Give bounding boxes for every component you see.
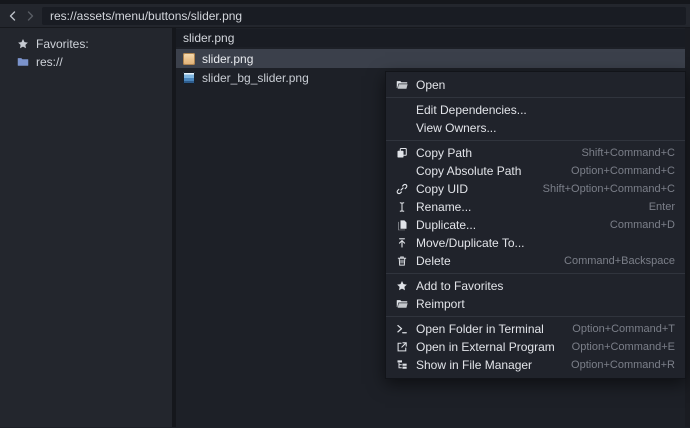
link-icon xyxy=(395,183,408,196)
sidebar-item-favorites[interactable]: Favorites: xyxy=(0,35,172,53)
filesystem-dock: res://assets/menu/buttons/slider.png Fav… xyxy=(0,0,690,428)
star-icon xyxy=(395,280,408,293)
menu-item-shortcut: Option+Command+E xyxy=(572,341,675,353)
file-row-slider-png[interactable]: slider.png xyxy=(176,49,685,68)
file-filter-text: slider.png xyxy=(183,31,234,45)
menu-item-label: Duplicate... xyxy=(416,218,476,232)
menu-item-shortcut: Command+D xyxy=(610,219,675,231)
menu-item-label: Reimport xyxy=(416,297,465,311)
menu-separator xyxy=(386,273,685,274)
current-path-field[interactable]: res://assets/menu/buttons/slider.png xyxy=(42,7,686,25)
duplicate-icon xyxy=(395,219,408,232)
folder-icon xyxy=(16,56,29,69)
menu-item-copy-path[interactable]: Copy Path Shift+Command+C xyxy=(386,144,685,162)
menu-item-shortcut: Enter xyxy=(649,201,675,213)
menu-item-delete[interactable]: Delete Command+Backspace xyxy=(386,252,685,270)
tree-icon xyxy=(395,359,408,372)
menu-item-label: Open in External Program xyxy=(416,340,555,354)
menu-item-view-owners[interactable]: View Owners... xyxy=(386,119,685,137)
menu-item-label: Copy Path xyxy=(416,146,472,160)
copy-icon xyxy=(395,147,408,160)
no-icon xyxy=(395,104,408,117)
menu-item-shortcut: Option+Command+C xyxy=(571,165,675,177)
menu-item-label: Add to Favorites xyxy=(416,279,503,293)
context-menu: Open Edit Dependencies... View Owners... Co… xyxy=(385,71,686,379)
menu-item-reimport[interactable]: Reimport xyxy=(386,295,685,313)
folder-tree-panel: Favorites: res:// xyxy=(0,28,172,427)
menu-item-label: Open Folder in Terminal xyxy=(416,322,544,336)
terminal-icon xyxy=(395,323,408,336)
nav-back-button[interactable] xyxy=(4,7,21,25)
menu-item-shortcut: Shift+Command+C xyxy=(581,147,675,159)
menu-separator xyxy=(386,316,685,317)
menu-item-shortcut: Command+Backspace xyxy=(564,255,675,267)
file-name-label: slider.png xyxy=(202,52,253,66)
current-path-text: res://assets/menu/buttons/slider.png xyxy=(50,9,242,23)
menu-item-shortcut: Shift+Option+Command+C xyxy=(543,183,675,195)
image-thumb-blue xyxy=(183,72,195,84)
external-icon xyxy=(395,341,408,354)
no-icon xyxy=(395,122,408,135)
menu-item-open-folder-in-terminal[interactable]: Open Folder in Terminal Option+Command+T xyxy=(386,320,685,338)
chevron-right-icon xyxy=(25,11,35,21)
image-thumb-tan xyxy=(183,53,195,65)
menu-item-label: Show in File Manager xyxy=(416,358,532,372)
sidebar-item-res[interactable]: res:// xyxy=(0,53,172,71)
move-up-icon xyxy=(395,237,408,250)
menu-item-duplicate[interactable]: Duplicate... Command+D xyxy=(386,216,685,234)
menu-item-move-duplicate-to[interactable]: Move/Duplicate To... xyxy=(386,234,685,252)
no-icon xyxy=(395,165,408,178)
menu-item-label: Copy Absolute Path xyxy=(416,164,521,178)
menu-item-add-to-favorites[interactable]: Add to Favorites xyxy=(386,277,685,295)
chevron-left-icon xyxy=(8,11,18,21)
file-filter-input[interactable]: slider.png xyxy=(176,29,685,47)
menu-item-label: Open xyxy=(416,78,445,92)
file-name-label: slider_bg_slider.png xyxy=(202,71,309,85)
menu-item-label: Copy UID xyxy=(416,182,468,196)
menu-item-shortcut: Option+Command+T xyxy=(572,323,675,335)
menu-item-label: Rename... xyxy=(416,200,471,214)
menu-item-copy-uid[interactable]: Copy UID Shift+Option+Command+C xyxy=(386,180,685,198)
sidebar-item-label: Favorites: xyxy=(36,37,89,51)
star-icon xyxy=(16,38,29,51)
menu-item-open-in-external-program[interactable]: Open in External Program Option+Command+E xyxy=(386,338,685,356)
menu-separator xyxy=(386,140,685,141)
menu-item-shortcut: Option+Command+R xyxy=(571,359,675,371)
menu-separator xyxy=(386,97,685,98)
ibeam-icon xyxy=(395,201,408,214)
menu-item-label: View Owners... xyxy=(416,121,496,135)
menu-item-label: Edit Dependencies... xyxy=(416,103,527,117)
folder-open-icon xyxy=(395,79,408,92)
sidebar-item-label: res:// xyxy=(36,55,63,69)
menu-item-rename[interactable]: Rename... Enter xyxy=(386,198,685,216)
path-toolbar: res://assets/menu/buttons/slider.png xyxy=(0,4,690,28)
menu-item-label: Move/Duplicate To... xyxy=(416,236,525,250)
folder-open-icon xyxy=(395,298,408,311)
menu-item-open[interactable]: Open xyxy=(386,76,685,94)
nav-forward-button[interactable] xyxy=(21,7,38,25)
trash-icon xyxy=(395,255,408,268)
menu-item-show-in-file-manager[interactable]: Show in File Manager Option+Command+R xyxy=(386,356,685,374)
menu-item-copy-absolute-path[interactable]: Copy Absolute Path Option+Command+C xyxy=(386,162,685,180)
menu-item-label: Delete xyxy=(416,254,451,268)
menu-item-edit-dependencies[interactable]: Edit Dependencies... xyxy=(386,101,685,119)
